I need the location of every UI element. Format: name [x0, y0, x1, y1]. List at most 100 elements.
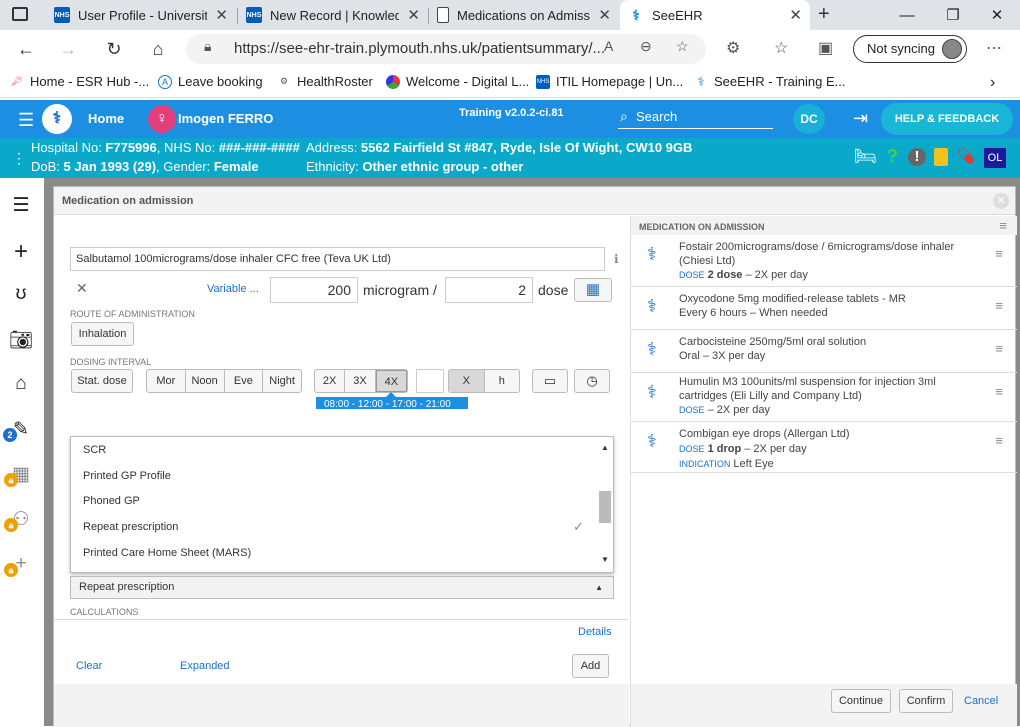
- confirm-button[interactable]: Confirm: [899, 689, 953, 713]
- list-icon[interactable]: ☰: [8, 194, 34, 220]
- option-repeat-prescription[interactable]: Repeat prescription: [83, 521, 178, 533]
- per-input[interactable]: 2: [445, 277, 533, 303]
- close-tab-icon[interactable]: ✕: [789, 6, 802, 24]
- help-feedback-button[interactable]: HELP & FEEDBACK: [881, 103, 1013, 135]
- unit-x-button[interactable]: X: [449, 370, 485, 392]
- item-menu-icon[interactable]: ≡: [995, 298, 1003, 313]
- forward-icon[interactable]: →: [50, 30, 86, 68]
- stethoscope-icon[interactable]: ʊ: [8, 283, 34, 309]
- med-item-oxycodone[interactable]: ⚕ Oxycodone 5mg modified-release tablets…: [631, 288, 1017, 330]
- question-icon[interactable]: ?: [887, 146, 898, 167]
- night-button[interactable]: Night: [263, 370, 301, 392]
- search-field[interactable]: ⌕ Search: [618, 104, 773, 129]
- restore-icon[interactable]: ❐: [930, 0, 976, 30]
- option-scr[interactable]: SCR: [83, 444, 106, 456]
- more-icon[interactable]: ⋯: [986, 38, 1002, 58]
- cancel-link[interactable]: Cancel: [964, 695, 998, 707]
- mor-button[interactable]: Mor: [147, 370, 186, 392]
- back-icon[interactable]: ←: [8, 30, 44, 68]
- house-icon[interactable]: ⌂: [8, 373, 34, 399]
- eve-button[interactable]: Eve: [225, 370, 264, 392]
- browser-tab-user-profile[interactable]: NHS User Profile - University ✕: [46, 0, 236, 30]
- close-window-icon[interactable]: ✕: [974, 0, 1020, 30]
- browser-tab-medications[interactable]: Medications on Admiss ✕: [429, 0, 619, 30]
- dropdown-scrollbar[interactable]: ▲ ▼: [599, 441, 611, 569]
- add-icon[interactable]: +: [8, 238, 34, 265]
- ol-badge[interactable]: OL: [984, 148, 1006, 168]
- medication-field[interactable]: Salbutamol 100micrograms/dose inhaler CF…: [70, 247, 605, 271]
- continue-button[interactable]: Continue: [831, 689, 891, 713]
- bookmark-esr-hub[interactable]: 🔑︎ Home - ESR Hub -...: [10, 74, 149, 89]
- scroll-up-icon[interactable]: ▲: [601, 443, 609, 452]
- patient-name[interactable]: Imogen FERRO: [178, 111, 273, 126]
- option-phoned-gp[interactable]: Phoned GP: [83, 495, 140, 507]
- clear-link[interactable]: Clear: [76, 660, 102, 672]
- bed-icon[interactable]: 🛏︎: [854, 146, 877, 167]
- bookmark-healthroster[interactable]: ⚙ HealthRoster: [277, 74, 373, 89]
- clock-icon[interactable]: ◷: [574, 369, 610, 393]
- user-avatar[interactable]: DC: [793, 104, 825, 134]
- banner-menu-icon[interactable]: ⋮: [12, 150, 26, 167]
- favorites-icon[interactable]: ☆: [774, 38, 788, 58]
- freq-3x-button[interactable]: 3X: [345, 370, 376, 392]
- add-button[interactable]: Add: [572, 654, 609, 678]
- calendar-icon[interactable]: ▭: [532, 369, 568, 393]
- refresh-icon[interactable]: ↻: [96, 30, 132, 68]
- camera-icon[interactable]: 📷︎: [8, 328, 34, 354]
- bookmark-digital-learning[interactable]: Welcome - Digital L...: [386, 74, 529, 89]
- details-link[interactable]: Details: [578, 626, 612, 638]
- bookmark-leave-booking[interactable]: A Leave booking: [158, 74, 263, 89]
- tab-actions-icon[interactable]: [12, 7, 28, 21]
- home-icon[interactable]: ⌂: [140, 30, 176, 68]
- menu-icon[interactable]: ☰: [18, 110, 34, 131]
- info-icon[interactable]: ℹ: [614, 252, 619, 266]
- med-item-carbocisteine[interactable]: ⚕ Carbocisteine 250mg/5ml oral solution …: [631, 331, 1017, 373]
- item-menu-icon[interactable]: ≡: [995, 246, 1003, 261]
- clipboard-icon[interactable]: [934, 148, 948, 166]
- close-tab-icon[interactable]: ✕: [598, 6, 611, 24]
- stat-dose-button[interactable]: Stat. dose: [71, 369, 133, 393]
- favorite-add-icon[interactable]: ☆: [676, 38, 689, 55]
- logout-icon[interactable]: ⇥: [853, 108, 868, 129]
- browser-tab-seeehr[interactable]: ⚕ SeeEHR ✕: [620, 0, 810, 30]
- scroll-thumb[interactable]: [599, 491, 611, 523]
- unit-h-button[interactable]: h: [485, 370, 520, 392]
- close-tab-icon[interactable]: ✕: [215, 6, 228, 24]
- alert-icon[interactable]: !: [908, 148, 926, 166]
- noon-button[interactable]: Noon: [186, 370, 225, 392]
- bookmark-itil[interactable]: NHS ITIL Homepage | Un...: [536, 74, 683, 89]
- lock-icon[interactable]: 🔒︎: [204, 38, 211, 55]
- item-menu-icon[interactable]: ≡: [995, 341, 1003, 356]
- dose-input[interactable]: 200: [270, 277, 358, 303]
- list-menu-icon[interactable]: ≡: [999, 218, 1007, 233]
- source-select[interactable]: Repeat prescription ▲: [70, 576, 614, 599]
- bookmarks-more-icon[interactable]: ›: [990, 74, 995, 92]
- scroll-down-icon[interactable]: ▼: [601, 555, 609, 564]
- option-printed-gp-profile[interactable]: Printed GP Profile: [83, 470, 171, 482]
- not-syncing-button[interactable]: Not syncing: [853, 35, 967, 63]
- bookmark-seeehr-training[interactable]: ⚕ SeeEHR - Training E...: [694, 74, 845, 90]
- med-item-fostair[interactable]: ⚕ Fostair 200micrograms/dose / 6microgra…: [631, 236, 1017, 287]
- read-aloud-icon[interactable]: A: [604, 38, 613, 54]
- seeehr-logo[interactable]: ⚕: [42, 104, 72, 134]
- freq-2x-button[interactable]: 2X: [315, 370, 346, 392]
- url-bar[interactable]: https://see-ehr-train.plymouth.nhs.uk/pa…: [186, 34, 706, 64]
- extensions-icon[interactable]: ⚙: [726, 38, 740, 58]
- med-item-humulin[interactable]: ⚕ Humulin M3 100units/ml suspension for …: [631, 374, 1017, 422]
- browser-tab-new-record[interactable]: NHS New Record | Knowledg ✕: [238, 0, 428, 30]
- collections-icon[interactable]: ▣: [818, 38, 833, 58]
- new-tab-icon[interactable]: +: [818, 3, 830, 26]
- route-inhalation-button[interactable]: Inhalation: [71, 322, 134, 346]
- expanded-link[interactable]: Expanded: [180, 660, 230, 672]
- variable-link[interactable]: Variable ...: [207, 283, 259, 295]
- home-link[interactable]: Home: [88, 111, 124, 126]
- close-icon[interactable]: ✕: [993, 193, 1009, 209]
- minimize-icon[interactable]: —: [884, 0, 930, 30]
- item-menu-icon[interactable]: ≡: [995, 384, 1003, 399]
- freq-4x-button[interactable]: 4X: [375, 370, 407, 392]
- pill-icon[interactable]: 💊︎: [956, 146, 976, 166]
- zoom-icon[interactable]: ⊖: [640, 38, 652, 55]
- clear-dose-icon[interactable]: ✕: [76, 280, 88, 297]
- custom-freq-input[interactable]: [416, 369, 444, 393]
- option-care-home-sheet[interactable]: Printed Care Home Sheet (MARS): [83, 547, 251, 559]
